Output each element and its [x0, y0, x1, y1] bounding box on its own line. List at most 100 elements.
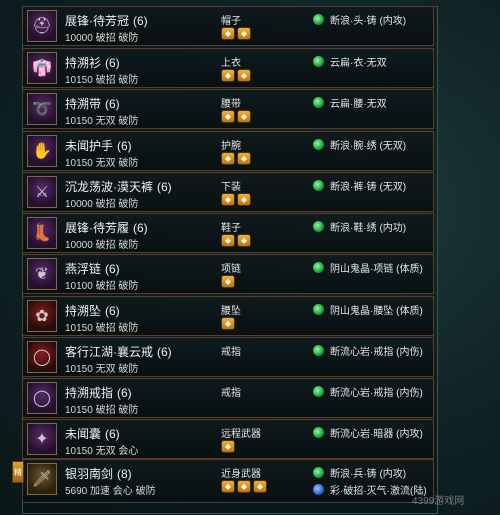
- item-stats: 5690 加速 会心 破防: [65, 486, 156, 497]
- enchant-label: 断浪·裤·铸 (无双): [330, 182, 407, 193]
- gem-icon[interactable]: ◆: [237, 110, 251, 123]
- enchant-icon: [313, 14, 324, 25]
- enchant-line: 云扁·衣·无双: [313, 54, 387, 69]
- item-name: 未闻护手 (6): [65, 137, 132, 154]
- enchant-line-2: 彩·破招·灭气·激流(陆): [313, 482, 427, 497]
- enchant-line: 断浪·鞋·绣 (内功): [313, 219, 406, 234]
- refine-count: (6): [105, 262, 120, 276]
- gem-icon[interactable]: ◆: [237, 152, 251, 165]
- gem-icon[interactable]: ◆: [237, 27, 251, 40]
- gem-icon[interactable]: ◆: [237, 69, 251, 82]
- item-stats: 10150 破招 破防: [65, 75, 139, 86]
- gem-slots: ◆ ◆: [221, 27, 251, 40]
- equipment-row[interactable]: 👢 展锋·待芳履 (6) 10000 破招 破防 鞋子 ◆ ◆ 断浪·鞋·绣 (内功): [22, 213, 434, 253]
- sword-icon[interactable]: 🗡: [27, 463, 57, 495]
- enchant-line: 断浪·头·铸 (内攻): [313, 12, 406, 27]
- ring-icon[interactable]: ◯: [27, 382, 57, 414]
- gem-icon[interactable]: ◆: [221, 193, 235, 206]
- enchant-label: 断流心岩·暗器 (内攻): [330, 429, 423, 440]
- enchant-icon: [313, 56, 324, 67]
- gem-icon[interactable]: ◆: [221, 275, 235, 288]
- gem-slots: ◆: [221, 440, 235, 453]
- enchant-icon: [313, 304, 324, 315]
- slot-label: 项链: [221, 264, 241, 275]
- item-name-text: 展锋·待芳冠: [65, 14, 129, 28]
- gem-icon[interactable]: ◆: [221, 234, 235, 247]
- slot-label: 腰带: [221, 99, 241, 110]
- gem-slots: ◆ ◆: [221, 69, 251, 82]
- refine-count: (6): [117, 386, 132, 400]
- item-name: 未闻囊 (6): [65, 425, 120, 442]
- enchant-icon: [313, 345, 324, 356]
- necklace-icon[interactable]: ❦: [27, 258, 57, 290]
- refine-count: (6): [117, 139, 132, 153]
- helmet-icon[interactable]: ⛑: [27, 10, 57, 42]
- enchant-icon: [313, 221, 324, 232]
- equipment-row[interactable]: ➰ 持溯带 (6) 10150 无双 破防 腰带 ◆ ◆ 云扁·腰·无双: [22, 89, 434, 129]
- gem-icon[interactable]: ◆: [221, 27, 235, 40]
- enchant-icon: [313, 467, 324, 478]
- gem-icon[interactable]: ◆: [221, 480, 235, 493]
- item-name-text: 沉龙荡波·漠天裤: [65, 180, 153, 194]
- slot-label: 腰坠: [221, 306, 241, 317]
- refine-count: (6): [105, 304, 120, 318]
- refine-count: (6): [133, 14, 148, 28]
- item-name: 客行江湖·襄云戒 (6): [65, 343, 172, 360]
- enchant-line: 断流心岩·暗器 (内攻): [313, 425, 423, 440]
- item-name-text: 未闻囊: [65, 427, 102, 441]
- enchant-line: 断流心岩·戒指 (内伤): [313, 384, 423, 399]
- item-name-text: 展锋·待芳履: [65, 221, 129, 235]
- ring-icon[interactable]: ◯: [27, 341, 57, 373]
- robe-icon[interactable]: 👘: [27, 52, 57, 84]
- item-name-text: 持溯坠: [65, 304, 102, 318]
- gem-slots: ◆ ◆ ◆: [221, 480, 267, 493]
- gem-icon[interactable]: ◆: [237, 193, 251, 206]
- equipment-row[interactable]: ✋ 未闻护手 (6) 10150 无双 破防 护腕 ◆ ◆ 断浪·腕·绣 (无双): [22, 131, 434, 171]
- pendant-icon[interactable]: ✿: [27, 300, 57, 332]
- equipment-row[interactable]: ⚔ 沉龙荡波·漠天裤 (6) 10000 破招 破防 下装 ◆ ◆ 断浪·裤·铸 (无双): [22, 172, 434, 212]
- equipment-row[interactable]: 👘 持溯衫 (6) 10150 破招 破防 上衣 ◆ ◆ 云扁·衣·无双: [22, 48, 434, 88]
- gem-slots: ◆ ◆: [221, 234, 251, 247]
- equipment-row[interactable]: ◯ 客行江湖·襄云戒 (6) 10150 无双 破防 戒指 断流心岩·戒指 (内伤): [22, 337, 434, 377]
- gem-icon[interactable]: ◆: [221, 317, 235, 330]
- equipment-row[interactable]: ✿ 持溯坠 (6) 10150 破招 破防 腰坠 ◆ 阴山鬼晶·腰坠 (体质): [22, 296, 434, 336]
- item-name: 持溯带 (6): [65, 95, 120, 112]
- slot-label: 帽子: [221, 16, 241, 27]
- gem-slots: ◆ ◆: [221, 193, 251, 206]
- enchant-line: 阴山鬼晶·项链 (体质): [313, 260, 423, 275]
- boots-icon[interactable]: 👢: [27, 217, 57, 249]
- equipment-row[interactable]: ❦ 燕浮链 (6) 10100 破招 破防 项链 ◆ 阴山鬼晶·项链 (体质): [22, 254, 434, 294]
- equipment-row[interactable]: 🗡 银羽南剑 (8) 5690 加速 会心 破防 近身武器 ◆ ◆ ◆ 断浪·兵·铸 (内攻) 彩…: [22, 459, 434, 503]
- item-name-text: 燕浮链: [65, 262, 102, 276]
- equipment-row[interactable]: ✦ 未闻囊 (6) 10150 无双 会心 远程武器 ◆ 断流心岩·暗器 (内攻): [22, 419, 434, 459]
- gem-slots: ◆: [221, 275, 235, 288]
- refine-count: (6): [157, 180, 172, 194]
- enchant-label: 断浪·兵·铸 (内攻): [330, 469, 407, 480]
- pants-icon[interactable]: ⚔: [27, 176, 57, 208]
- gem-icon[interactable]: ◆: [221, 110, 235, 123]
- equipment-row[interactable]: ◯ 持溯戒指 (6) 10150 破招 破防 戒指 断流心岩·戒指 (内伤): [22, 378, 434, 418]
- slot-label: 下装: [221, 182, 241, 193]
- equipment-row[interactable]: ⛑ 展锋·待芳冠 (6) 10000 破招 破防 帽子 ◆ ◆ 断浪·头·铸 (内攻): [22, 6, 434, 46]
- item-name: 持溯坠 (6): [65, 302, 120, 319]
- enchant-label: 阴山鬼晶·项链 (体质): [330, 264, 423, 275]
- gem-icon[interactable]: ◆: [237, 480, 251, 493]
- gem-icon[interactable]: ◆: [221, 440, 235, 453]
- gem-icon[interactable]: ◆: [221, 69, 235, 82]
- gem-icon[interactable]: ◆: [253, 480, 267, 493]
- item-name: 展锋·待芳履 (6): [65, 219, 148, 236]
- pouch-icon[interactable]: ✦: [27, 423, 57, 455]
- belt-icon[interactable]: ➰: [27, 93, 57, 125]
- enchant-line: 阴山鬼晶·腰坠 (体质): [313, 302, 423, 317]
- refine-badge[interactable]: 精: [12, 461, 24, 483]
- gem-slots: ◆: [221, 317, 235, 330]
- enchant-line: 断浪·兵·铸 (内攻): [313, 465, 406, 480]
- refine-count: (6): [157, 345, 172, 359]
- item-name: 燕浮链 (6): [65, 260, 120, 277]
- bracer-icon[interactable]: ✋: [27, 135, 57, 167]
- gem-icon[interactable]: ◆: [237, 234, 251, 247]
- slot-label: 戒指: [221, 347, 241, 358]
- gem-icon[interactable]: ◆: [221, 152, 235, 165]
- item-name: 沉龙荡波·漠天裤 (6): [65, 178, 172, 195]
- item-name: 银羽南剑 (8): [65, 465, 132, 482]
